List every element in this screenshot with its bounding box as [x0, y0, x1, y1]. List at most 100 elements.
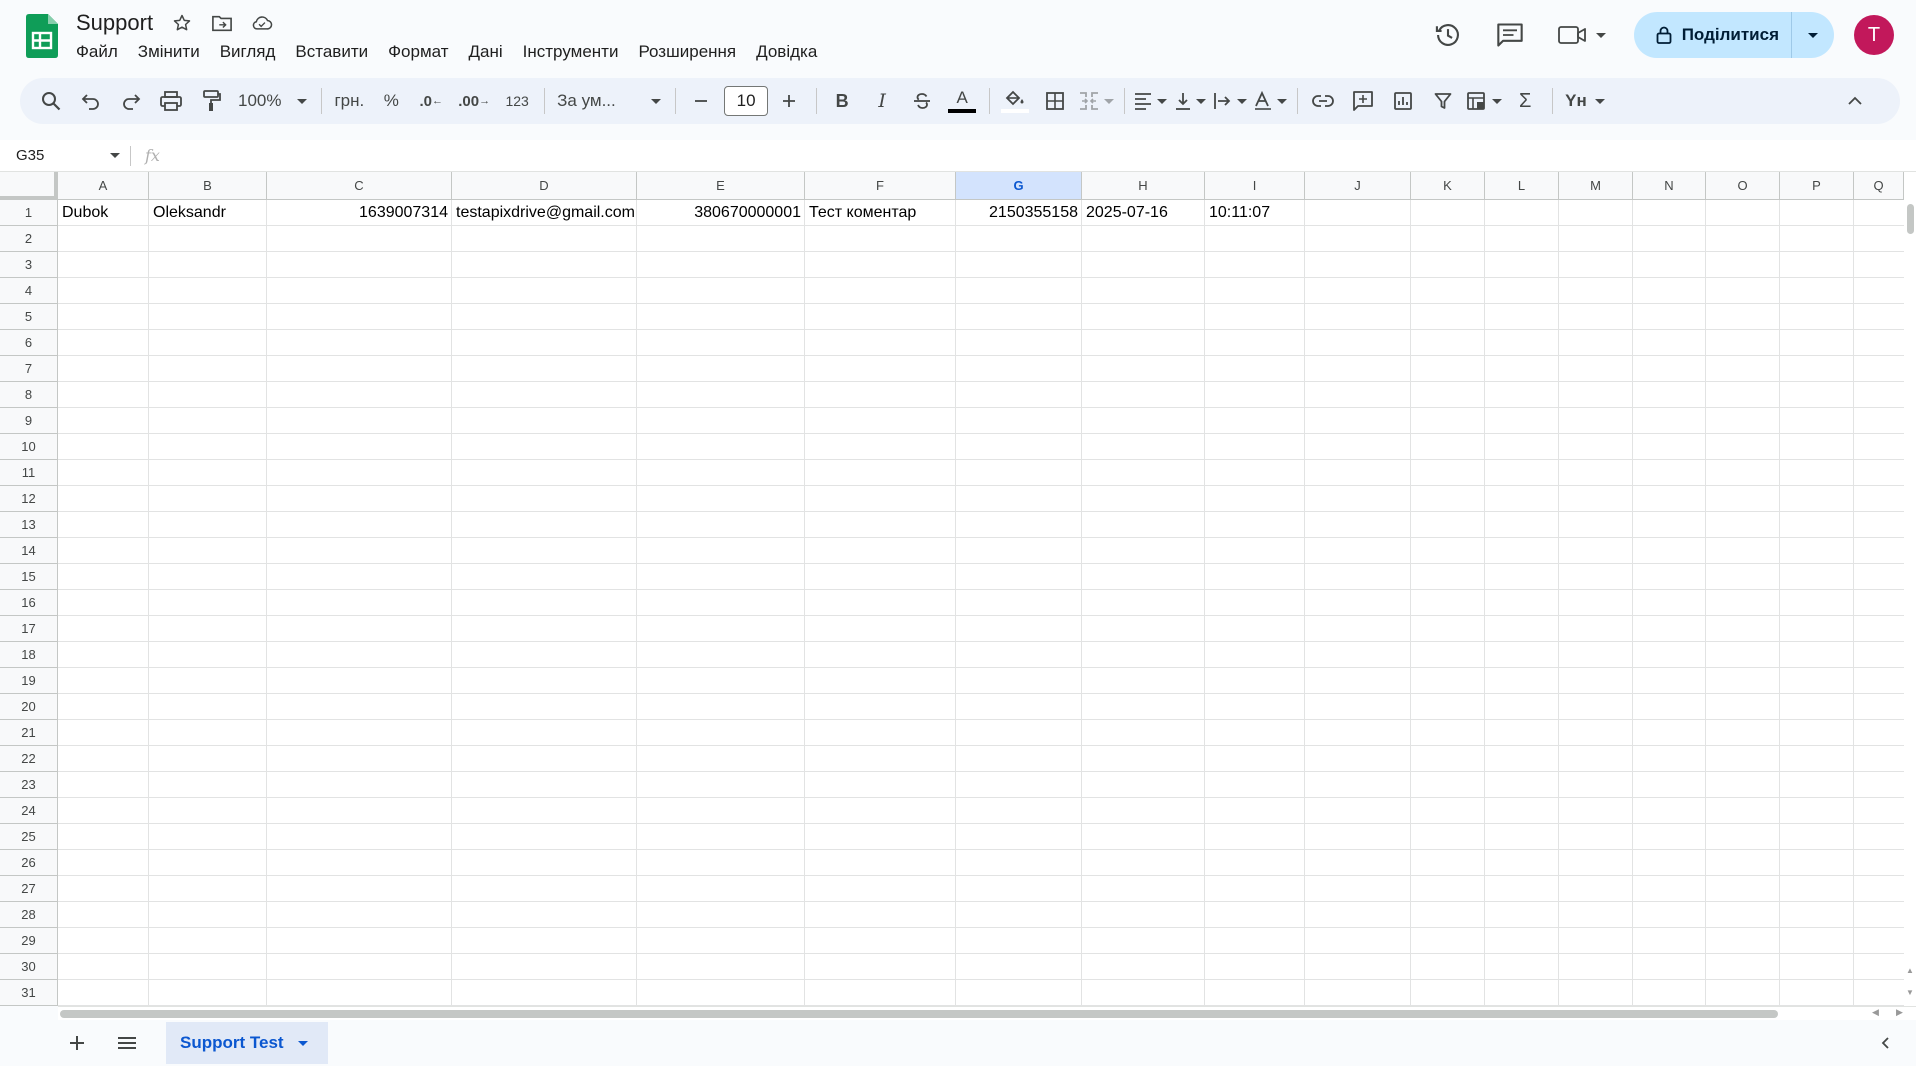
print-icon[interactable]: [154, 84, 188, 118]
horizontal-align-icon[interactable]: [1133, 84, 1168, 118]
row-header-30[interactable]: 30: [0, 954, 58, 980]
row-header-27[interactable]: 27: [0, 876, 58, 902]
increase-decimal-button[interactable]: .00 →: [454, 84, 494, 118]
vertical-scrollbar[interactable]: ▲ ▼: [1904, 172, 1916, 1006]
cell-area[interactable]: [58, 200, 1916, 1006]
column-header-p[interactable]: P: [1780, 172, 1854, 200]
star-icon[interactable]: [171, 12, 193, 34]
cell-e1[interactable]: 380670000001: [637, 200, 805, 226]
row-header-2[interactable]: 2: [0, 226, 58, 252]
cell-f1[interactable]: Тест коментар: [805, 200, 956, 226]
increase-font-size-icon[interactable]: [772, 84, 806, 118]
column-header-e[interactable]: E: [637, 172, 805, 200]
text-wrapping-icon[interactable]: [1213, 84, 1248, 118]
column-header-f[interactable]: F: [805, 172, 956, 200]
column-header-k[interactable]: K: [1411, 172, 1485, 200]
menu-tools[interactable]: Інструменти: [523, 40, 619, 64]
zoom-select[interactable]: 100%: [234, 84, 311, 118]
row-header-22[interactable]: 22: [0, 746, 58, 772]
select-all-corner[interactable]: [0, 172, 58, 200]
row-header-11[interactable]: 11: [0, 460, 58, 486]
row-header-3[interactable]: 3: [0, 252, 58, 278]
menu-extensions[interactable]: Розширення: [638, 40, 736, 64]
row-header-20[interactable]: 20: [0, 694, 58, 720]
decrease-font-size-icon[interactable]: [684, 84, 718, 118]
add-sheet-icon[interactable]: [60, 1028, 94, 1058]
more-formats-button[interactable]: 123: [500, 84, 534, 118]
row-header-18[interactable]: 18: [0, 642, 58, 668]
column-header-c[interactable]: C: [267, 172, 452, 200]
version-history-icon[interactable]: [1428, 15, 1468, 55]
menu-help[interactable]: Довідка: [756, 40, 817, 64]
vertical-align-icon[interactable]: [1173, 84, 1207, 118]
column-header-i[interactable]: I: [1205, 172, 1305, 200]
row-header-16[interactable]: 16: [0, 590, 58, 616]
share-button[interactable]: Поділитися: [1634, 12, 1792, 58]
row-header-10[interactable]: 10: [0, 434, 58, 460]
fill-color-icon[interactable]: [998, 84, 1032, 118]
column-header-l[interactable]: L: [1485, 172, 1559, 200]
redo-icon[interactable]: [114, 84, 148, 118]
cell-a1[interactable]: Dubok: [58, 200, 149, 226]
column-header-j[interactable]: J: [1305, 172, 1411, 200]
strikethrough-icon[interactable]: [905, 84, 939, 118]
font-select[interactable]: За ум...: [553, 84, 665, 118]
menu-file[interactable]: Файл: [76, 40, 118, 64]
column-header-d[interactable]: D: [452, 172, 637, 200]
format-currency-button[interactable]: грн.: [330, 84, 368, 118]
horizontal-scroll-thumb[interactable]: [60, 1010, 1778, 1018]
menu-view[interactable]: Вигляд: [220, 40, 276, 64]
insert-link-icon[interactable]: [1306, 84, 1340, 118]
cell-d1[interactable]: testapixdrive@gmail.com: [452, 200, 637, 226]
italic-button[interactable]: I: [865, 84, 899, 118]
row-header-14[interactable]: 14: [0, 538, 58, 564]
sheet-tab-support-test[interactable]: Support Test: [166, 1022, 328, 1064]
row-header-24[interactable]: 24: [0, 798, 58, 824]
font-size-input[interactable]: 10: [724, 86, 769, 116]
cell-b1[interactable]: Oleksandr: [149, 200, 267, 226]
row-header-13[interactable]: 13: [0, 512, 58, 538]
cell-g1[interactable]: 2150355158: [956, 200, 1082, 226]
functions-icon[interactable]: Σ: [1508, 84, 1542, 118]
row-header-6[interactable]: 6: [0, 330, 58, 356]
row-header-29[interactable]: 29: [0, 928, 58, 954]
formula-input[interactable]: [172, 140, 1916, 172]
cloud-saved-icon[interactable]: [251, 12, 273, 34]
row-header-19[interactable]: 19: [0, 668, 58, 694]
insert-chart-icon[interactable]: [1386, 84, 1420, 118]
column-header-o[interactable]: O: [1706, 172, 1780, 200]
move-folder-icon[interactable]: [211, 12, 233, 34]
merge-cells-icon[interactable]: [1078, 84, 1115, 118]
cell-h1[interactable]: 2025-07-16: [1082, 200, 1205, 226]
search-menus-icon[interactable]: [34, 84, 68, 118]
scroll-up-icon[interactable]: ▲: [1906, 966, 1914, 975]
chevron-down-icon[interactable]: [297, 1040, 308, 1046]
name-box[interactable]: G35: [0, 140, 130, 172]
row-header-17[interactable]: 17: [0, 616, 58, 642]
column-header-m[interactable]: M: [1559, 172, 1633, 200]
cell-c1[interactable]: 1639007314: [267, 200, 452, 226]
bold-button[interactable]: B: [825, 84, 859, 118]
scroll-right-icon[interactable]: ▶: [1896, 1007, 1903, 1018]
spreadsheet-grid[interactable]: A B C D E F G H I J K L M N O P Q 1 2 3 4 5 6 7 8 9 10 11 12 13 14 15 16…: [0, 172, 1916, 1006]
row-header-26[interactable]: 26: [0, 850, 58, 876]
share-options-button[interactable]: [1792, 12, 1834, 58]
comments-icon[interactable]: [1490, 15, 1530, 55]
column-header-b[interactable]: B: [149, 172, 267, 200]
row-header-5[interactable]: 5: [0, 304, 58, 330]
avatar[interactable]: T: [1854, 15, 1894, 55]
row-header-28[interactable]: 28: [0, 902, 58, 928]
menu-edit[interactable]: Змінити: [138, 40, 200, 64]
borders-icon[interactable]: [1038, 84, 1072, 118]
scroll-down-icon[interactable]: ▼: [1906, 988, 1914, 997]
column-header-q[interactable]: Q: [1854, 172, 1904, 200]
menu-format[interactable]: Формат: [388, 40, 448, 64]
document-title[interactable]: Support: [76, 10, 153, 36]
row-header-4[interactable]: 4: [0, 278, 58, 304]
paint-format-icon[interactable]: [194, 84, 228, 118]
row-header-9[interactable]: 9: [0, 408, 58, 434]
scroll-left-icon[interactable]: ◀: [1872, 1007, 1879, 1018]
format-percent-button[interactable]: %: [374, 84, 408, 118]
cell-i1[interactable]: 10:11:07: [1205, 200, 1305, 226]
row-header-12[interactable]: 12: [0, 486, 58, 512]
